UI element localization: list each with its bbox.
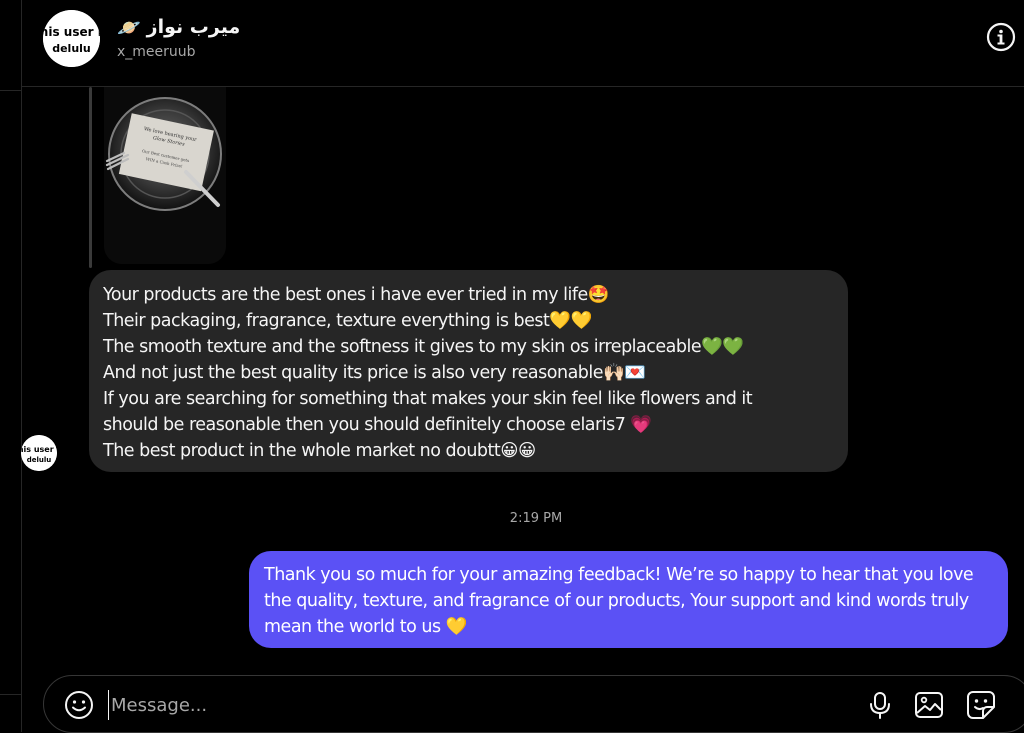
left-nav-strip: [0, 0, 22, 732]
message-line: The best product in the whole market no …: [103, 441, 536, 461]
sender-avatar[interactable]: this user is delulu: [21, 435, 57, 471]
contact-display-name: ميرب نواز: [146, 16, 241, 38]
message-line: If you are searching for something that …: [103, 389, 753, 409]
message-line: Their packaging, fragrance, texture ever…: [103, 311, 592, 331]
avatar-text-bottom: delulu: [27, 456, 52, 464]
message-line: And not just the best quality its price …: [103, 363, 646, 383]
shared-photo[interactable]: We love hearing your Glow Stories Our Be…: [104, 87, 226, 264]
contact-name-line[interactable]: 🪐 ميرب نواز: [117, 14, 240, 40]
contact-username: x_meeruub: [117, 44, 196, 60]
emoji-icon[interactable]: [64, 690, 94, 720]
sticker-icon[interactable]: [965, 689, 997, 721]
thread-header: this user is delulu 🪐 ميرب نواز x_meeruu…: [22, 0, 1024, 87]
message-line: Your products are the best ones i have e…: [103, 285, 610, 305]
info-icon[interactable]: [986, 22, 1016, 52]
image-icon[interactable]: [913, 689, 945, 721]
avatar-text-top: this user is: [21, 445, 57, 454]
message-line: should be reasonable then you should def…: [103, 415, 652, 435]
microphone-icon[interactable]: [864, 689, 896, 721]
nav-divider: [0, 90, 22, 91]
avatar-text-bottom: delulu: [52, 42, 91, 55]
contact-avatar[interactable]: this user is delulu: [43, 10, 100, 67]
message-input[interactable]: [108, 690, 808, 720]
reply-indicator-bar: [89, 87, 92, 268]
incoming-message-bubble[interactable]: Your products are the best ones i have e…: [89, 270, 848, 472]
message-composer: [43, 675, 1024, 733]
avatar-text-top: this user is: [43, 25, 100, 39]
outgoing-message-bubble[interactable]: Thank you so much for your amazing feedb…: [249, 551, 1008, 648]
message-line: The smooth texture and the softness it g…: [103, 337, 744, 357]
contact-name-emoji: 🪐: [117, 16, 141, 39]
nav-divider: [0, 694, 22, 695]
message-timestamp: 2:19 PM: [509, 511, 563, 526]
